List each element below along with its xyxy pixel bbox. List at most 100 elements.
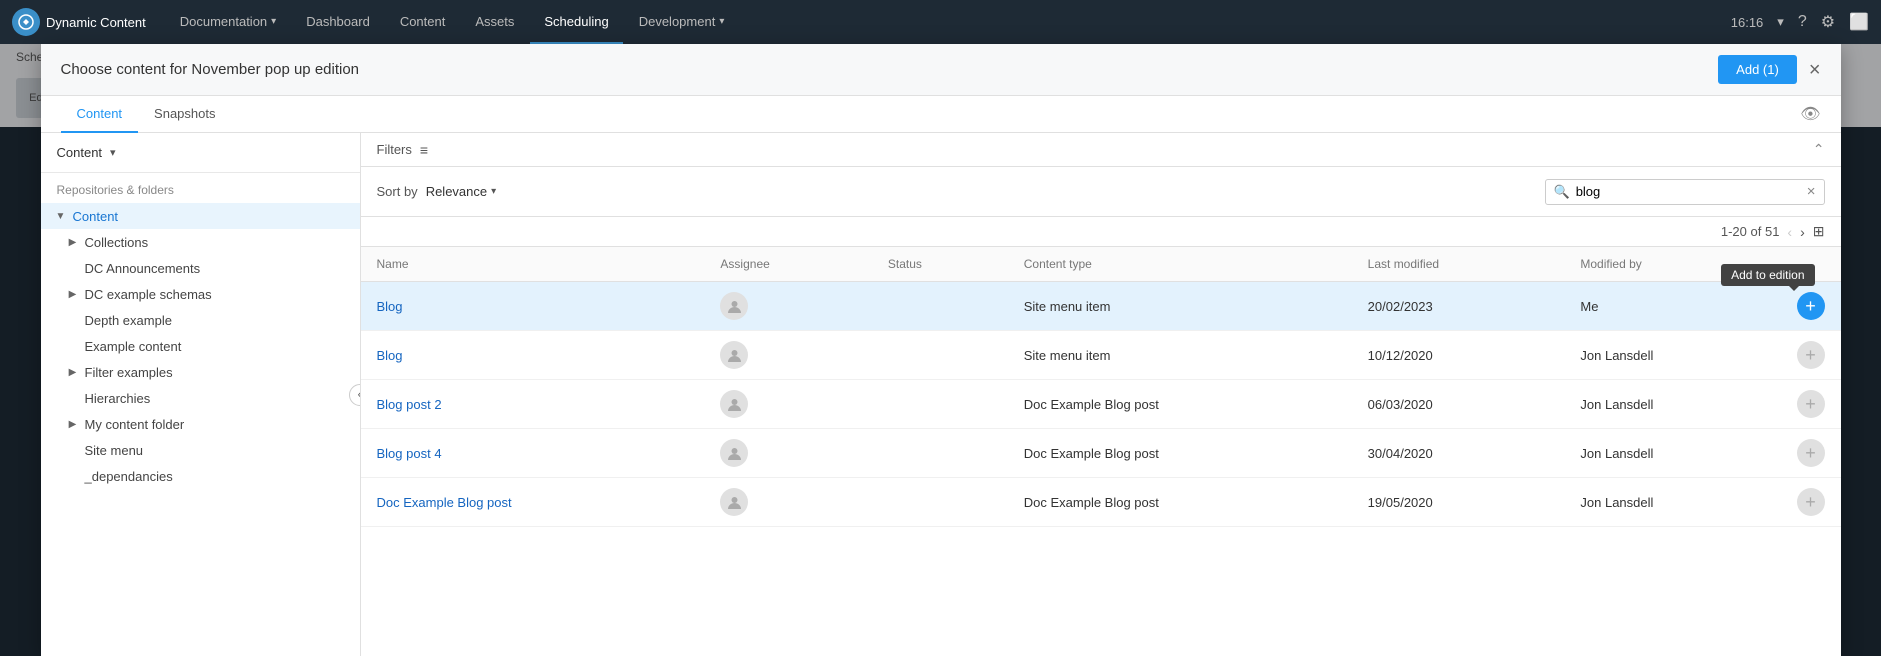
tree-item-depth-example[interactable]: Depth example <box>41 307 360 333</box>
add-to-edition-button[interactable]: + <box>1797 390 1825 418</box>
search-input[interactable] <box>1576 184 1807 199</box>
nav-documentation[interactable]: Documentation ▾ <box>166 0 290 44</box>
tree-item-site-menu[interactable]: Site menu <box>41 437 360 463</box>
cell-status <box>872 380 1008 429</box>
cell-action: Add to edition + <box>1781 282 1841 331</box>
tree-item-dc-schemas[interactable]: ▶ DC example schemas <box>41 281 360 307</box>
sort-caret-icon: ▾ <box>491 186 496 197</box>
filter-options-icon[interactable]: ≡ <box>420 142 428 158</box>
pagination-prev-button[interactable]: ‹ <box>1787 224 1792 240</box>
filter-caret-icon[interactable]: ▾ <box>110 146 116 159</box>
avatar <box>720 439 748 467</box>
cell-status <box>872 478 1008 527</box>
nav-assets[interactable]: Assets <box>461 0 528 44</box>
add-btn-container: Add to edition + <box>1797 292 1825 320</box>
table-row: BlogSite menu item10/12/2020Jon Lansdell… <box>361 331 1841 380</box>
cell-action: + <box>1781 478 1841 527</box>
pagination-info: 1-20 of 51 <box>1721 224 1780 239</box>
caret-down-icon: ▼ <box>53 208 69 224</box>
caret-right-icon: ▶ <box>65 364 81 380</box>
cell-action: + <box>1781 331 1841 380</box>
content-filter-label: Content <box>57 145 103 160</box>
repos-label: Repositories & folders <box>41 173 360 203</box>
nav-development[interactable]: Development ▾ <box>625 0 739 44</box>
window-icon[interactable]: ⬜ <box>1849 12 1869 32</box>
sort-select[interactable]: Relevance ▾ <box>426 184 496 199</box>
content-sidebar: Content ▾ Repositories & folders ▼ Conte… <box>41 133 361 656</box>
cell-name[interactable]: Blog post 4 <box>361 429 705 478</box>
nav-content[interactable]: Content <box>386 0 460 44</box>
top-navigation: Dynamic Content Documentation ▾ Dashboar… <box>0 0 1881 44</box>
chevron-down-icon: ▾ <box>719 16 724 27</box>
add-to-edition-button[interactable]: + <box>1797 439 1825 467</box>
add-to-edition-button[interactable]: + <box>1797 341 1825 369</box>
help-icon[interactable]: ? <box>1798 13 1807 31</box>
cell-status <box>872 331 1008 380</box>
cell-action: + <box>1781 429 1841 478</box>
tab-snapshots[interactable]: Snapshots <box>138 96 231 133</box>
folder-tree: ▼ Content ▶ Collections DC Announcements <box>41 203 360 656</box>
modal-body: Content ▾ Repositories & folders ▼ Conte… <box>41 133 1841 656</box>
col-actions <box>1781 247 1841 282</box>
tree-item-dependancies[interactable]: _dependancies <box>41 463 360 489</box>
app-name: Dynamic Content <box>46 15 146 30</box>
cell-last-modified: 10/12/2020 <box>1352 331 1565 380</box>
cell-name[interactable]: Blog <box>361 282 705 331</box>
caret-right-icon: ▶ <box>65 286 81 302</box>
tree-item-example-content[interactable]: Example content <box>41 333 360 359</box>
cell-status <box>872 429 1008 478</box>
tree-item-hierarchies[interactable]: Hierarchies <box>41 385 360 411</box>
tree-item-dc-announcements[interactable]: DC Announcements <box>41 255 360 281</box>
modal-header: Choose content for November pop up editi… <box>41 44 1841 96</box>
choose-content-modal: Choose content for November pop up editi… <box>41 44 1841 656</box>
cell-name[interactable]: Blog post 2 <box>361 380 705 429</box>
avatar <box>720 292 748 320</box>
table-row: Doc Example Blog post Doc Example Blog po… <box>361 478 1841 527</box>
caret-right-icon: ▶ <box>65 416 81 432</box>
col-modified-by: Modified by <box>1564 247 1780 282</box>
avatar <box>720 390 748 418</box>
cell-name[interactable]: Blog <box>361 331 705 380</box>
nav-right: 16:16 ▾ ? ⚙ ⬜ <box>1731 12 1869 32</box>
tab-content[interactable]: Content <box>61 96 139 133</box>
collapse-filters-button[interactable]: ⌃ <box>1813 141 1825 158</box>
add-to-edition-button[interactable]: + <box>1797 292 1825 320</box>
column-settings-button[interactable]: ⊞ <box>1813 223 1825 240</box>
sidebar-collapse-button[interactable]: ‹ <box>349 384 361 406</box>
sort-value: Relevance <box>426 184 487 199</box>
cell-status <box>872 282 1008 331</box>
cell-assignee <box>704 331 871 380</box>
content-panel: Filters ≡ ⌃ Sort by Relevance ▾ 🔍 <box>361 133 1841 656</box>
cell-name[interactable]: Doc Example Blog post <box>361 478 705 527</box>
cell-modified-by: Me <box>1564 282 1780 331</box>
caret-down-icon[interactable]: ▾ <box>1777 14 1784 30</box>
cell-content-type: Doc Example Blog post <box>1008 380 1352 429</box>
preview-icon[interactable]: 👁 <box>1800 104 1820 124</box>
search-clear-button[interactable]: × <box>1807 184 1816 199</box>
cell-modified-by: Jon Lansdell <box>1564 380 1780 429</box>
cell-content-type: Doc Example Blog post <box>1008 478 1352 527</box>
tree-item-my-content-folder[interactable]: ▶ My content folder <box>41 411 360 437</box>
table-row: BlogSite menu item20/02/2023Me Add to ed… <box>361 282 1841 331</box>
add-to-edition-button[interactable]: + <box>1797 488 1825 516</box>
settings-icon[interactable]: ⚙ <box>1821 12 1835 32</box>
cell-modified-by: Jon Lansdell <box>1564 478 1780 527</box>
app-logo[interactable]: Dynamic Content <box>12 8 146 36</box>
modal-close-button[interactable]: × <box>1809 60 1821 80</box>
nav-scheduling[interactable]: Scheduling <box>530 0 622 44</box>
tree-item-content[interactable]: ▼ Content <box>41 203 360 229</box>
cell-content-type: Doc Example Blog post <box>1008 429 1352 478</box>
filters-label: Filters <box>377 142 412 157</box>
cell-modified-by: Jon Lansdell <box>1564 331 1780 380</box>
table-header-row: Name Assignee Status Content type Last m… <box>361 247 1841 282</box>
cell-content-type: Site menu item <box>1008 282 1352 331</box>
table-row: Blog post 2Doc Example Blog post06/03/20… <box>361 380 1841 429</box>
table-row: Blog post 4Doc Example Blog post30/04/20… <box>361 429 1841 478</box>
current-time: 16:16 <box>1731 15 1764 30</box>
pagination-next-button[interactable]: › <box>1800 224 1805 240</box>
tree-item-collections[interactable]: ▶ Collections <box>41 229 360 255</box>
modal-add-button[interactable]: Add (1) <box>1718 55 1797 84</box>
tree-item-filter-examples[interactable]: ▶ Filter examples <box>41 359 360 385</box>
nav-dashboard[interactable]: Dashboard <box>292 0 384 44</box>
caret-right-icon: ▶ <box>65 234 81 250</box>
